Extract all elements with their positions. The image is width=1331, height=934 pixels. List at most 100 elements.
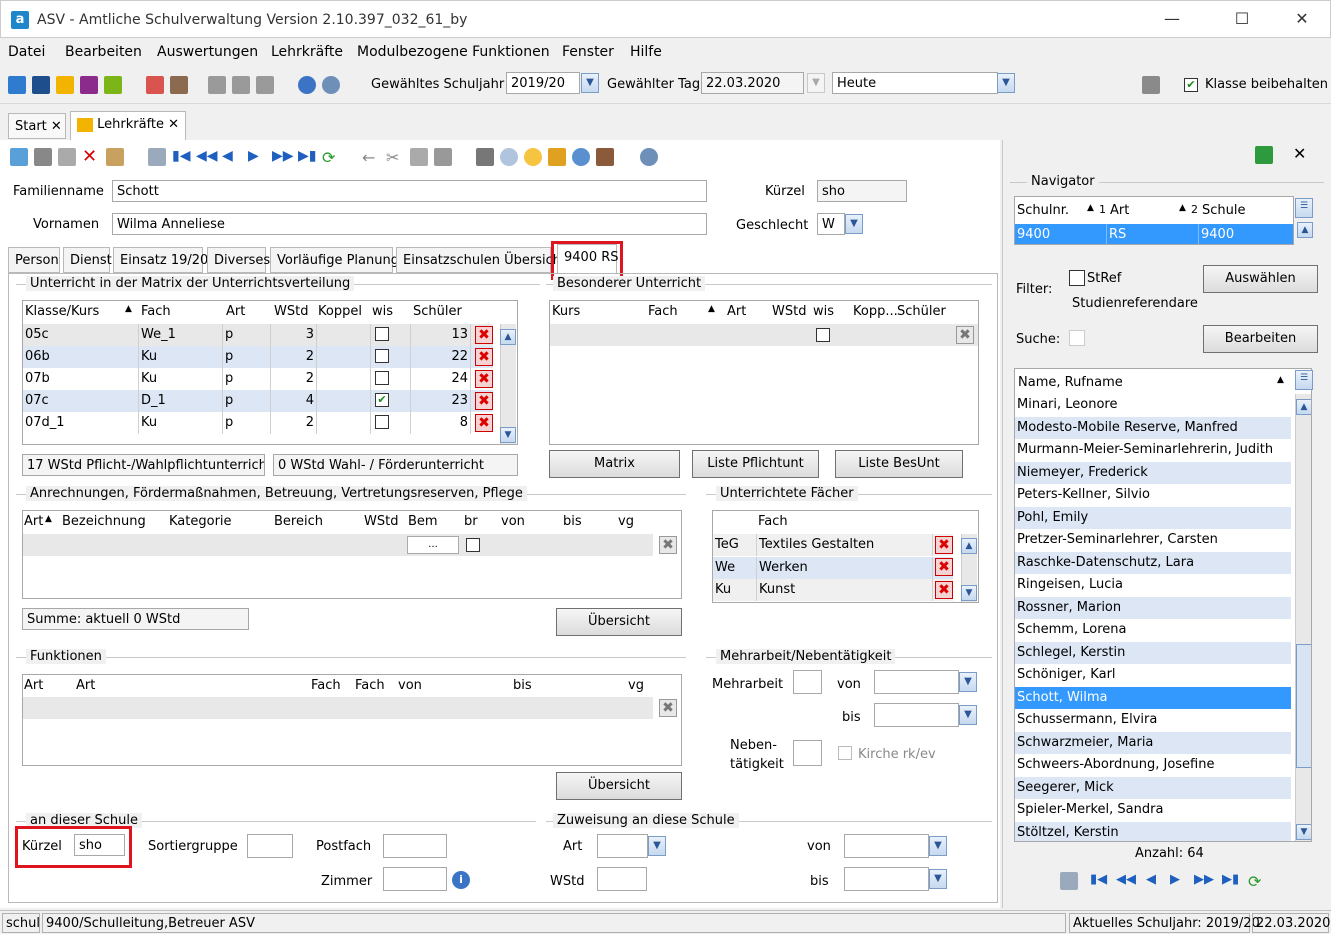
last-icon[interactable]: ▶▮ [298,148,316,166]
list-header[interactable]: Name, Rufname [1018,375,1123,390]
col-header[interactable]: Art [727,304,746,319]
scroll-up-icon[interactable]: ▲ [1296,399,1311,415]
table-row[interactable]: 05c We_1 p 3 13 [23,324,493,346]
help-icon[interactable] [640,148,658,166]
chevron-down-icon[interactable]: ▼ [997,73,1015,93]
delete-row-icon[interactable]: ✖ [935,536,953,554]
delete-row-icon[interactable]: ✖ [659,699,677,717]
window-icon[interactable] [232,76,250,94]
zuweisung-wstd-input[interactable] [597,867,647,891]
delete-row-icon[interactable]: ✖ [475,370,493,388]
close-window-button[interactable]: ✕ [1279,1,1325,39]
table-row[interactable]: 9400 RS 9400 [1015,224,1293,244]
wis-checkbox[interactable] [375,349,389,363]
col-header[interactable]: Fach [758,514,788,529]
fast-forward-icon[interactable]: ▶▶ [1194,872,1214,890]
preview-icon[interactable] [500,148,518,166]
list-item[interactable]: Murmann-Meier-Seminarlehrerin, Judith [1015,439,1291,461]
scroll-thumb[interactable] [1296,644,1311,768]
stref-checkbox[interactable] [1069,270,1085,286]
list-item[interactable]: Spieler-Merkel, Sandra [1015,799,1291,821]
col-header[interactable]: Fach [311,678,341,693]
table-icon[interactable] [1060,872,1078,890]
schuljahr-select[interactable]: 2019/20 [506,72,580,94]
chevron-down-icon[interactable]: ▼ [929,836,947,856]
list-item[interactable]: Schlegel, Kerstin [1015,641,1291,664]
col-header[interactable]: vg [628,678,644,693]
save-icon[interactable] [34,148,52,166]
col-header[interactable]: Art [226,304,245,319]
col-header[interactable]: Art [24,678,43,693]
col-header[interactable]: von [398,678,422,693]
unterricht-icon[interactable] [80,76,98,94]
brush-icon[interactable] [548,148,566,166]
report-icon[interactable] [170,76,188,94]
col-header[interactable]: Schulnr. [1017,203,1069,218]
col-header[interactable]: Bereich [274,514,323,529]
cut-icon[interactable]: ✂ [386,148,404,167]
close-icon[interactable]: ✕ [51,119,62,134]
col-header[interactable]: WStd [364,514,398,529]
col-header[interactable]: WStd [274,304,308,319]
chevron-down-icon[interactable]: ▼ [959,672,977,692]
fast-forward-icon[interactable]: ▶▶ [272,148,294,166]
copy-icon[interactable] [208,76,226,94]
mehrarbeit-bis-input[interactable] [874,703,959,727]
delete-row-icon[interactable]: ✖ [475,348,493,366]
kuerzel-field[interactable]: sho [817,180,907,202]
fast-back-icon[interactable]: ◀◀ [196,148,218,166]
list-item[interactable]: Schemm, Lorena [1015,619,1291,641]
scroll-up-icon[interactable]: ▲ [1297,222,1313,238]
tab-einsatz[interactable]: Einsatz 19/20 [113,247,208,273]
chevron-down-icon[interactable]: ▼ [959,705,977,725]
postfach-input[interactable] [383,834,447,858]
col-header[interactable]: Kopp... [853,304,898,319]
delete-row-icon[interactable]: ✖ [475,326,493,344]
maximize-button[interactable]: ☐ [1219,1,1265,39]
menu-hilfe[interactable]: Hilfe [630,44,662,60]
col-header[interactable]: wis [813,304,834,319]
back-icon[interactable]: ◀ [222,148,240,166]
list-item[interactable]: Pohl, Emily [1015,506,1291,529]
chevron-down-icon[interactable]: ▼ [929,869,947,889]
delete-row-icon[interactable]: ✖ [475,392,493,410]
col-header[interactable]: Bem [408,514,438,529]
back-icon[interactable]: ◀ [1146,872,1164,890]
table-row[interactable]: ... [23,534,653,556]
chevron-down-icon[interactable]: ▼ [648,836,666,856]
delete-row-icon[interactable]: ✖ [475,414,493,432]
first-icon[interactable]: ▮◀ [172,148,190,166]
minimize-button[interactable]: — [1149,1,1195,39]
zuweisung-von-input[interactable] [844,834,929,858]
delete-row-icon[interactable]: ✖ [935,558,953,576]
tab-dienst[interactable]: Dienst [63,247,112,273]
refresh-nav-icon[interactable] [1255,146,1273,164]
tab-diverses[interactable]: Diverses [207,247,270,273]
close-icon[interactable]: ✕ [1293,144,1306,163]
column-chooser-icon[interactable]: ☰ [1295,370,1313,390]
person-icon[interactable] [596,148,614,166]
arrow-left-icon[interactable]: ← [362,148,380,167]
bem-button[interactable]: ... [407,536,459,554]
new-icon[interactable] [10,148,28,166]
list-item[interactable]: Rossner, Marion [1015,596,1291,619]
col-header[interactable]: bis [513,678,532,693]
col-header[interactable]: bis [563,514,582,529]
table-row[interactable]: 07d_1 Ku p 2 8 [23,412,493,434]
scroll-down-icon[interactable]: ▼ [961,585,977,601]
wis-checkbox[interactable] [375,415,389,429]
table-row[interactable]: 07b Ku p 2 24 [23,368,493,390]
col-header[interactable]: wis [372,304,393,319]
table-row[interactable] [23,697,653,719]
delete-icon[interactable]: ✕ [82,148,100,166]
menu-auswertungen[interactable]: Auswertungen [157,44,258,60]
col-header[interactable]: Schule [1202,203,1246,218]
funktionen-uebersicht-button[interactable]: Übersicht [556,772,682,800]
close-icon[interactable]: ✕ [168,117,179,132]
scrollbar[interactable] [1295,394,1311,841]
delete-row-icon[interactable]: ✖ [956,326,974,344]
table-row[interactable]: We Werken [713,557,953,579]
menu-lehrkraefte[interactable]: Lehrkräfte [271,44,343,60]
clock-icon[interactable] [572,148,590,166]
tab-start[interactable]: Start ✕ [8,113,66,139]
